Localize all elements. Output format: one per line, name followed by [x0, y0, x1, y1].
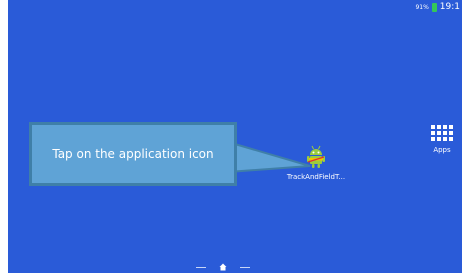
page-dot-left[interactable] [196, 266, 206, 268]
device-frame: 91% 19:1 Tap on the application icon Tra… [0, 0, 462, 273]
status-time: 19:1 [439, 2, 460, 12]
home-icon[interactable] [219, 263, 227, 271]
battery-percent: 91% [415, 3, 429, 11]
app-label: TrackAndFieldT... [286, 173, 346, 181]
battery-icon [431, 2, 437, 12]
home-screen: 91% 19:1 Tap on the application icon Tra… [8, 0, 462, 273]
callout-text: Tap on the application icon [52, 146, 214, 161]
page-indicator [196, 262, 250, 272]
apps-label: Apps [433, 146, 451, 154]
apps-button[interactable]: Apps [426, 125, 458, 165]
instruction-callout: Tap on the application icon [29, 122, 237, 186]
app-shortcut[interactable]: TrackAndFieldT... [284, 145, 348, 193]
page-dot-right[interactable] [240, 266, 250, 268]
status-bar: 91% 19:1 [415, 0, 462, 14]
apps-grid-icon [431, 125, 453, 141]
android-robot-icon [307, 145, 325, 168]
